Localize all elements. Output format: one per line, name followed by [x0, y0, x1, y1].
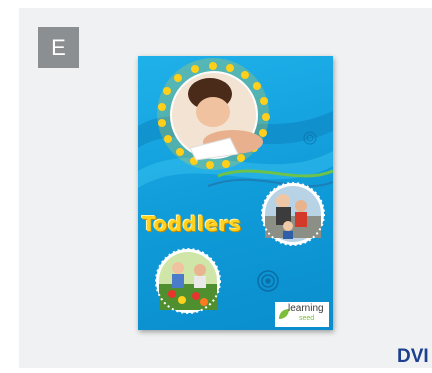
swoosh-line	[207, 178, 333, 187]
baby-photo	[157, 58, 270, 170]
dvd-cover[interactable]: Toddlers learning seed	[138, 56, 333, 330]
format-label: DVI	[397, 346, 429, 367]
brand-sub: seed	[299, 315, 315, 322]
flowers-photo	[155, 248, 221, 314]
target-icon	[257, 270, 279, 292]
product-panel: E Toddlers learning seed	[19, 8, 432, 368]
cover-art: Toddlers learning seed	[138, 56, 333, 330]
brand-logo: learning seed	[275, 302, 329, 327]
brand-name: learning	[288, 303, 324, 314]
cover-title: Toddlers	[142, 212, 242, 236]
cover-illustration	[138, 58, 333, 314]
option-badge[interactable]: E	[38, 27, 79, 68]
